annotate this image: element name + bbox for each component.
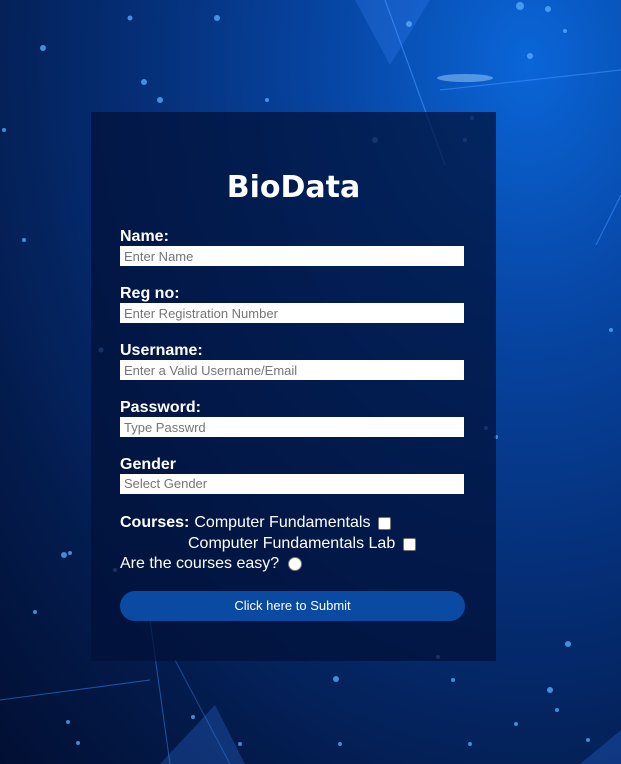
gender-select[interactable]: Select Gender (120, 474, 464, 494)
easy-question-label: Are the courses easy? (120, 555, 280, 572)
course-2-label: Computer Fundamentals Lab (188, 535, 396, 552)
courses-label: Courses: (120, 514, 190, 531)
course-row-2: Computer Fundamentals Lab (188, 535, 417, 553)
course-2-checkbox[interactable] (403, 537, 417, 551)
password-label: Password: (120, 399, 201, 416)
easy-radio[interactable] (288, 557, 303, 571)
username-label: Username: (120, 342, 203, 359)
submit-button[interactable]: Click here to Submit (120, 591, 465, 621)
gender-label: Gender (120, 456, 177, 473)
password-input[interactable] (120, 417, 464, 437)
easy-row: Are the courses easy? (120, 555, 303, 573)
course-1-label: Computer Fundamentals (194, 514, 371, 531)
regno-label: Reg no: (120, 285, 180, 302)
username-input[interactable] (120, 360, 464, 380)
name-input[interactable] (120, 246, 464, 266)
biodata-form-panel: BioData Name: Reg no: Username: Password… (91, 112, 496, 661)
course-row-1: Courses: Computer Fundamentals (120, 514, 392, 532)
regno-input[interactable] (120, 303, 464, 323)
name-label: Name: (120, 228, 169, 245)
form-title: BioData (226, 170, 361, 205)
course-1-checkbox[interactable] (378, 516, 392, 530)
